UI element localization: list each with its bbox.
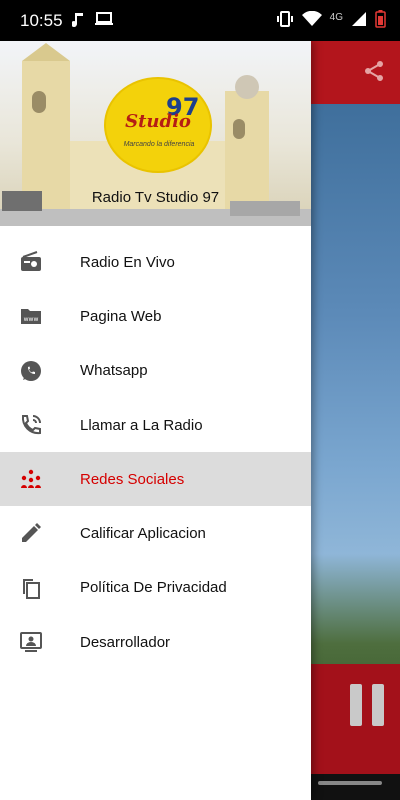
laptop-icon bbox=[94, 11, 114, 34]
menu-item-desarrollador[interactable]: Desarrollador bbox=[0, 615, 311, 669]
svg-text:www: www bbox=[24, 316, 39, 323]
whatsapp-icon bbox=[19, 359, 43, 383]
developer-icon bbox=[19, 630, 43, 654]
station-logo: 97 Studio Marcando la diferencia bbox=[104, 77, 212, 173]
status-time: 10:55 bbox=[20, 11, 63, 30]
menu-label: Política De Privacidad bbox=[80, 579, 227, 597]
home-gesture-bar[interactable] bbox=[318, 781, 382, 785]
drawer-menu: Radio En Vivo www Pagina Web Whatsapp Ll… bbox=[0, 235, 311, 669]
menu-label: Pagina Web bbox=[80, 307, 162, 325]
vibrate-icon bbox=[276, 10, 294, 33]
phone-call-icon bbox=[19, 413, 43, 437]
documents-icon bbox=[19, 576, 43, 600]
menu-label: Desarrollador bbox=[80, 633, 171, 651]
pause-button[interactable] bbox=[350, 684, 386, 726]
menu-item-llamar-a-la-radio[interactable]: Llamar a La Radio bbox=[0, 398, 311, 452]
station-name: Radio Tv Studio 97 bbox=[91, 189, 220, 206]
menu-label: Whatsapp bbox=[80, 362, 148, 380]
music-note-icon bbox=[71, 11, 86, 34]
menu-item-calificar-aplicacion[interactable]: Calificar Aplicacion bbox=[0, 506, 311, 560]
radio-icon bbox=[19, 250, 43, 274]
menu-item-redes-sociales[interactable]: Redes Sociales bbox=[0, 452, 311, 507]
pencil-icon bbox=[19, 521, 43, 545]
menu-label: Radio En Vivo bbox=[80, 253, 175, 271]
menu-label: Calificar Aplicacion bbox=[80, 525, 206, 543]
menu-label: Llamar a La Radio bbox=[80, 416, 203, 434]
wifi-icon bbox=[301, 10, 322, 32]
navigation-drawer: 97 Studio Marcando la diferencia Radio T… bbox=[0, 41, 311, 800]
network-type: 4G bbox=[329, 12, 343, 23]
drawer-header: 97 Studio Marcando la diferencia Radio T… bbox=[0, 41, 311, 226]
social-network-icon bbox=[19, 467, 43, 491]
menu-item-pagina-web[interactable]: www Pagina Web bbox=[0, 289, 311, 343]
www-folder-icon: www bbox=[19, 304, 43, 328]
menu-item-politica-de-privacidad[interactable]: Política De Privacidad bbox=[0, 561, 311, 615]
status-bar: 10:55 4G bbox=[0, 0, 400, 41]
share-icon[interactable] bbox=[362, 59, 386, 88]
menu-item-whatsapp[interactable]: Whatsapp bbox=[0, 344, 311, 398]
menu-label: Redes Sociales bbox=[80, 470, 185, 488]
battery-icon bbox=[375, 10, 386, 33]
menu-item-radio-en-vivo[interactable]: Radio En Vivo bbox=[0, 235, 311, 289]
signal-icon bbox=[351, 11, 367, 32]
